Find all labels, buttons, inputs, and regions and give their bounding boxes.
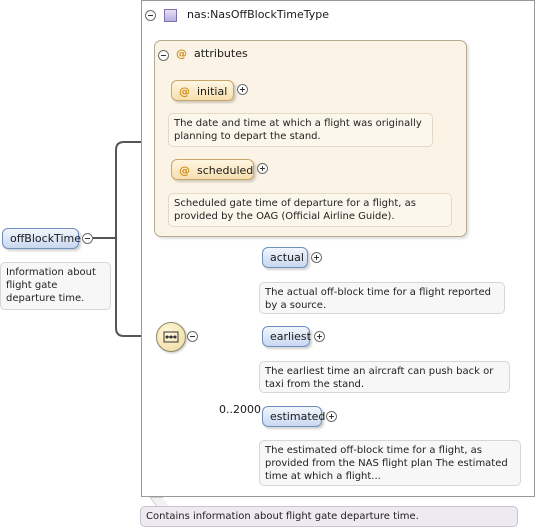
attribute-initial-doc: The date and time at which a flight was … — [168, 113, 433, 147]
attribute-scheduled[interactable]: @ scheduled — [171, 159, 254, 180]
attributes-header: @ attributes — [176, 47, 248, 60]
root-element-label: offBlockTime — [10, 232, 81, 245]
element-actual[interactable]: actual — [262, 247, 308, 268]
attribute-scheduled-doc: Scheduled gate time of departure for a f… — [168, 193, 452, 227]
element-estimated[interactable]: estimated — [262, 406, 325, 427]
type-name: nas:NasOffBlockTimeType — [187, 8, 330, 21]
type-doc: Contains information about flight gate d… — [140, 506, 518, 527]
element-actual-expand-icon[interactable] — [311, 252, 322, 263]
type-icon — [164, 9, 177, 22]
attribute-initial-expand-icon[interactable] — [237, 84, 248, 95]
attribute-scheduled-expand-icon[interactable] — [257, 163, 268, 174]
attribute-icon: @ — [179, 85, 190, 98]
element-earliest[interactable]: earliest — [262, 326, 311, 347]
attribute-initial[interactable]: @ initial — [171, 80, 234, 101]
element-estimated-doc: The estimated off-block time for a fligh… — [259, 440, 521, 486]
element-earliest-doc: The earliest time an aircraft can push b… — [259, 361, 510, 393]
root-element-doc: Information about flight gate departure … — [0, 262, 111, 310]
element-estimated-occurrence: 0..2000 — [219, 403, 261, 416]
attributes-collapse-icon[interactable] — [158, 50, 169, 61]
attribute-icon: @ — [176, 47, 187, 60]
sequence-glyph-icon — [163, 331, 179, 343]
type-collapse-icon[interactable] — [145, 10, 156, 21]
element-earliest-expand-icon[interactable] — [314, 331, 325, 342]
root-collapse-icon[interactable] — [82, 233, 93, 244]
element-estimated-expand-icon[interactable] — [326, 411, 337, 422]
root-element-offblocktime[interactable]: offBlockTime — [2, 228, 81, 249]
element-actual-doc: The actual off-block time for a flight r… — [259, 282, 505, 314]
sequence-icon[interactable] — [156, 322, 186, 352]
attribute-icon: @ — [179, 164, 190, 177]
sequence-collapse-icon[interactable] — [187, 331, 198, 342]
